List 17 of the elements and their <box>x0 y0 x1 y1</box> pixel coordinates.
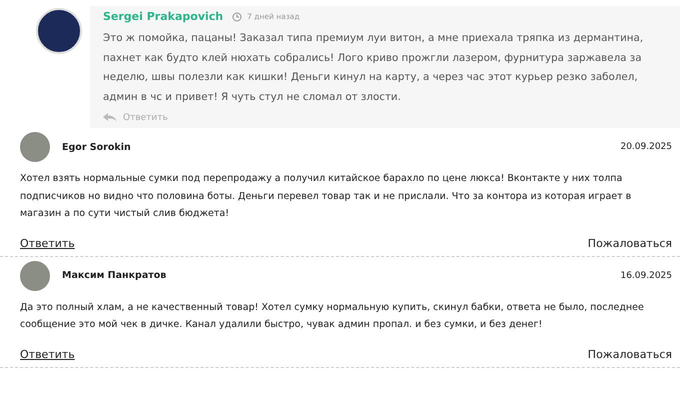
avatar-photo-placeholder <box>36 8 82 54</box>
reply-link[interactable]: Ответить <box>20 348 75 360</box>
comment-text: Да это полный хлам, а не качественный товар! Хотел сумку нормальную купить, скинул бабки, ответа не было, последнее сообщение это мой чек в дичке. Канал удалили быстро, чувак админ пропал. и без сумки, и без денег! <box>20 300 645 332</box>
report-link[interactable]: Пожаловаться <box>588 236 672 250</box>
comment-date: 16.09.2025 <box>620 270 672 280</box>
avatar-photo-placeholder <box>20 132 50 162</box>
avatar-photo-placeholder <box>20 260 50 290</box>
report-link[interactable]: Пожаловаться <box>588 348 672 360</box>
author-name: Egor Sorokin <box>62 142 132 152</box>
comment-text: Хотел взять нормальные сумки под перепродажу а получил китайское барахло по цене люкса! Вконтакте у них толпа подписчиков но видно что половина боты. Деньги перевел товар так и не прислали. Что за контора из которая играет в магазин а по сути чистый слив бюджета! <box>20 172 632 221</box>
comment-date: 20.09.2025 <box>620 142 672 152</box>
author-name: Максим Панкратов <box>62 270 168 281</box>
comment-text: Это ж помойка, пацаны! Заказал типа премиум луи витон, а мне приехала тряпка из дермантина, пахнет как будто клей нюхать собрались! Лого криво прожгли лазером, фурнитура заржавела за неделю, швы полезли как кишки! Деньги кинул на карту, а через час этот курьер резко заболел, админ в чс и привет! Я чуть стул не сломал от злости. <box>103 31 644 104</box>
clock-icon <box>232 12 242 22</box>
reply-arrow-icon <box>103 113 117 122</box>
reply-link[interactable]: Ответить <box>20 236 75 250</box>
author-name: Sergei Prakapovich <box>103 10 224 23</box>
